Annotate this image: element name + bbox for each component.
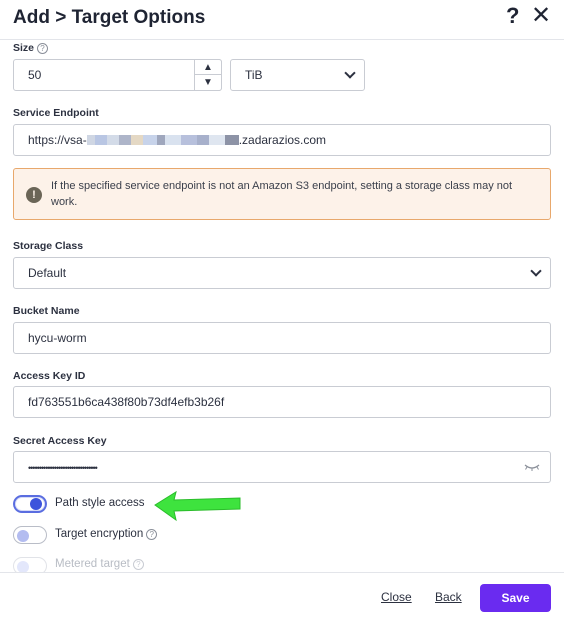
dialog-footer: Close Back Save (0, 572, 564, 623)
chevron-down-icon (530, 265, 542, 277)
warning-icon: ! (26, 187, 42, 203)
size-input[interactable]: 50 (13, 59, 222, 91)
secret-access-key-input[interactable]: •••••••••••••••••••••••••••••••• (13, 451, 551, 483)
dialog-header: Add > Target Options ? ✕ (0, 0, 564, 40)
service-endpoint-input[interactable]: https://vsa- .zadarazios.com (13, 124, 551, 156)
access-key-id-label: Access Key ID (13, 370, 86, 382)
back-button[interactable]: Back (435, 590, 462, 604)
eye-closed-icon[interactable] (524, 462, 540, 472)
warning-banner: ! If the specified service endpoint is n… (13, 168, 551, 220)
toggle-knob (30, 498, 42, 510)
target-encryption-toggle[interactable] (13, 526, 47, 544)
close-button[interactable]: Close (381, 590, 412, 604)
target-encryption-label: Target encryption? (55, 528, 158, 540)
decrement-button[interactable]: ▼ (195, 75, 221, 90)
secret-access-key-label: Secret Access Key (13, 435, 107, 447)
increment-button[interactable]: ▲ (195, 60, 221, 75)
storage-class-select[interactable]: Default (13, 257, 551, 289)
bucket-name-label: Bucket Name (13, 305, 80, 317)
toggle-knob (17, 530, 29, 542)
help-icon[interactable]: ? (506, 5, 519, 27)
info-icon[interactable]: ? (37, 43, 49, 54)
size-label: Size? (13, 42, 49, 54)
bucket-name-input[interactable]: hycu-worm (13, 322, 551, 354)
arrow-annotation (154, 490, 241, 522)
warning-text: If the specified service endpoint is not… (51, 180, 513, 208)
info-icon[interactable]: ? (146, 529, 158, 540)
info-icon: ? (132, 559, 144, 570)
path-style-access-toggle[interactable] (13, 495, 47, 513)
metered-target-label: Metered target? (55, 558, 144, 570)
access-key-id-input[interactable]: fd763551b6ca438f80b73df4efb3b26f (13, 386, 551, 418)
redacted-text (86, 135, 239, 145)
path-style-access-label: Path style access (55, 497, 145, 509)
storage-class-label: Storage Class (13, 240, 84, 252)
close-icon[interactable]: ✕ (531, 4, 551, 28)
chevron-down-icon (344, 67, 356, 79)
dialog-title: Add > Target Options (13, 7, 206, 28)
service-endpoint-label: Service Endpoint (13, 107, 99, 119)
size-unit-select[interactable]: TiB (230, 59, 365, 91)
size-stepper: ▲ ▼ (194, 59, 222, 91)
save-button[interactable]: Save (480, 584, 551, 612)
